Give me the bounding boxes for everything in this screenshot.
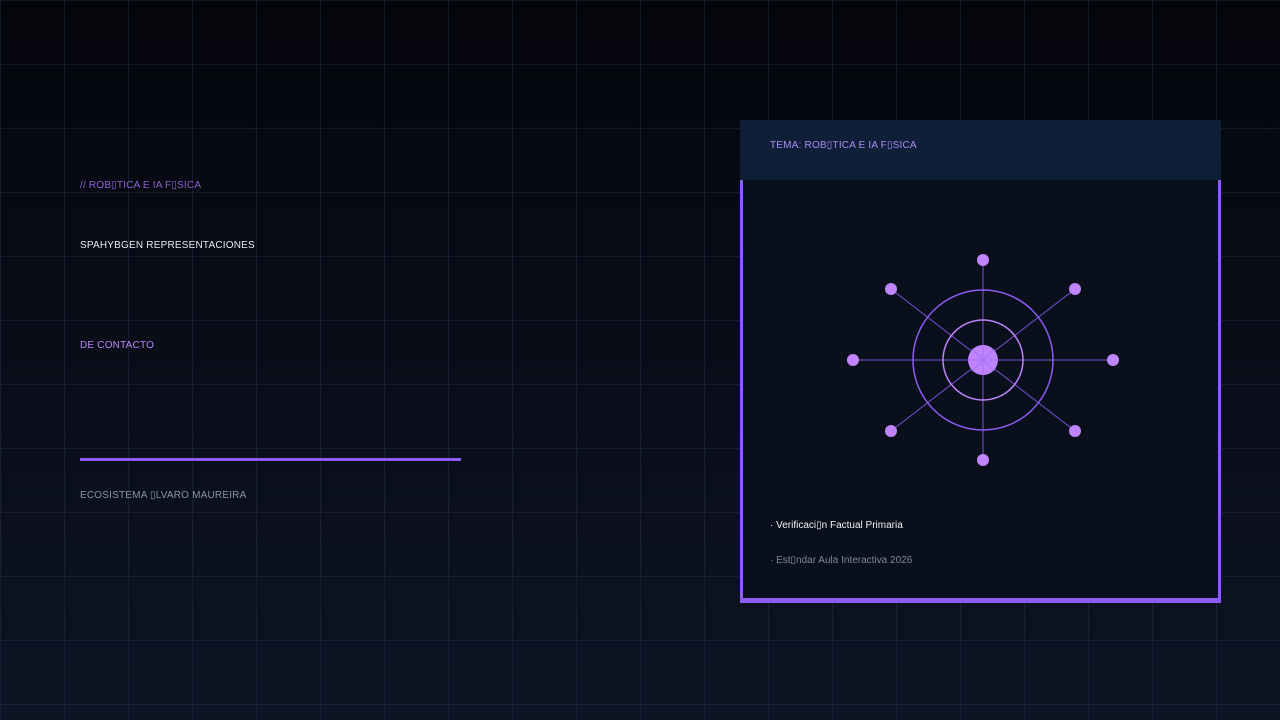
card-header: TEMA: ROB▯TICA E IA F▯SICA [740, 120, 1221, 180]
accent-divider [80, 458, 461, 461]
card-bullet-standard: · Est▯ndar Aula Interactiva 2026 [770, 555, 913, 566]
card-bullet-verification: · Verificaci▯n Factual Primaria [770, 520, 903, 531]
section-kicker: // ROB▯TICA E IA F▯SICA [80, 180, 202, 191]
footer-author: ECOSISTEMA ▯LVARO MAUREIRA [80, 490, 247, 501]
topic-card: TEMA: ROB▯TICA E IA F▯SICA · Verificaci▯… [740, 120, 1221, 603]
contact-label: DE CONTACTO [80, 340, 155, 351]
card-topic-label: TEMA: ROB▯TICA E IA F▯SICA [770, 140, 917, 151]
network-hub-icon [847, 254, 1119, 466]
card-body: · Verificaci▯n Factual Primaria · Est▯nd… [740, 180, 1221, 603]
page-title: SPAHYBGEN REPRESENTACIONES [80, 240, 255, 251]
